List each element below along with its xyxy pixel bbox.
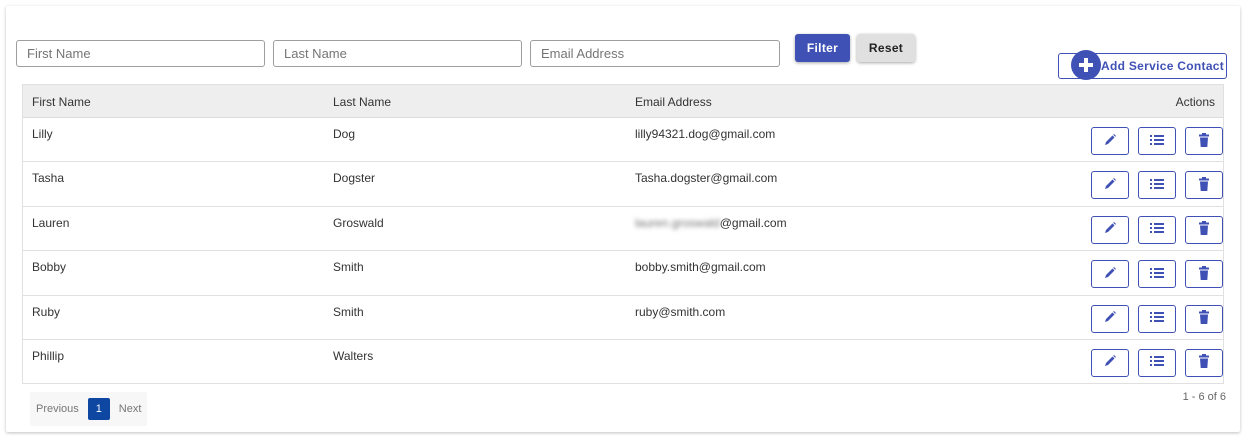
- delete-button[interactable]: [1185, 260, 1223, 289]
- plus-circle-icon: [1071, 50, 1101, 80]
- header-last-name: Last Name: [333, 95, 392, 109]
- delete-button[interactable]: [1185, 348, 1223, 377]
- cell-email: ruby@smith.com: [635, 304, 726, 319]
- contacts-table: First Name Last Name Email Address Actio…: [22, 84, 1224, 384]
- cell-email: bobby.smith@gmail.com: [635, 260, 766, 275]
- table-row: Lilly Dog lilly94321.dog@gmail.com: [23, 118, 1223, 163]
- cell-last-name: Dogster: [333, 171, 376, 186]
- email-suffix: @gmail.com: [719, 215, 787, 230]
- previous-page-link[interactable]: Previous: [36, 403, 79, 415]
- reset-button[interactable]: Reset: [857, 34, 915, 62]
- row-actions: [1091, 348, 1223, 377]
- list-icon: [1149, 354, 1165, 371]
- cell-email: lilly94321.dog@gmail.com: [635, 127, 776, 141]
- trash-icon: [1198, 176, 1210, 194]
- details-button[interactable]: [1138, 260, 1176, 289]
- trash-icon: [1198, 310, 1210, 327]
- cell-first-name: Lauren: [32, 215, 70, 230]
- pencil-icon: [1103, 266, 1117, 283]
- results-range: 1 - 6 of 6: [1182, 391, 1226, 403]
- details-button[interactable]: [1138, 304, 1176, 333]
- last-name-input[interactable]: [273, 40, 522, 67]
- details-button[interactable]: [1138, 127, 1176, 155]
- pencil-icon: [1103, 354, 1117, 371]
- trash-icon: [1198, 221, 1210, 238]
- add-service-contact-button[interactable]: Add Service Contact: [1058, 50, 1227, 80]
- header-actions: Actions: [1175, 95, 1215, 109]
- trash-icon: [1198, 265, 1210, 283]
- cell-last-name: Groswald: [333, 215, 384, 230]
- trash-icon: [1198, 132, 1210, 150]
- list-icon: [1149, 133, 1165, 150]
- table-row: Tasha Dogster Tasha.dogster@gmail.com: [23, 162, 1223, 207]
- table-header: First Name Last Name Email Address Actio…: [23, 85, 1223, 118]
- edit-button[interactable]: [1091, 171, 1129, 200]
- row-actions: [1091, 171, 1223, 200]
- details-button[interactable]: [1138, 171, 1176, 200]
- filter-button[interactable]: Filter: [795, 34, 850, 62]
- table-row: Lauren Groswald lauren.groswald@gmail.co…: [23, 207, 1223, 252]
- cell-first-name: Ruby: [32, 304, 61, 319]
- email-address-input[interactable]: [530, 40, 780, 67]
- delete-button[interactable]: [1185, 215, 1223, 244]
- list-icon: [1149, 266, 1165, 283]
- edit-button[interactable]: [1091, 304, 1129, 333]
- list-icon: [1149, 310, 1165, 327]
- row-actions: [1091, 215, 1223, 244]
- edit-button[interactable]: [1091, 127, 1129, 155]
- details-button[interactable]: [1138, 215, 1176, 244]
- pencil-icon: [1103, 221, 1117, 238]
- cell-last-name: Walters: [333, 348, 374, 363]
- cell-last-name: Dog: [333, 127, 356, 141]
- cell-email: Tasha.dogster@gmail.com: [635, 171, 778, 186]
- redacted-email-prefix: lauren.groswald: [635, 215, 720, 230]
- header-email-address: Email Address: [635, 95, 712, 109]
- edit-button[interactable]: [1091, 260, 1129, 289]
- row-actions: [1091, 127, 1223, 155]
- table-row: Bobby Smith bobby.smith@gmail.com: [23, 251, 1223, 296]
- cell-first-name: Phillip: [32, 348, 65, 363]
- list-icon: [1149, 221, 1165, 238]
- cell-first-name: Lilly: [32, 127, 53, 141]
- table-row: Phillip Walters: [23, 340, 1223, 384]
- cell-first-name: Tasha: [32, 171, 65, 186]
- pencil-icon: [1103, 310, 1117, 327]
- table-row: Ruby Smith ruby@smith.com: [23, 296, 1223, 340]
- row-actions: [1091, 304, 1223, 333]
- header-first-name: First Name: [32, 95, 91, 109]
- delete-button[interactable]: [1185, 304, 1223, 333]
- trash-icon: [1198, 354, 1210, 371]
- pagination: Previous 1 Next: [30, 392, 148, 426]
- row-actions: [1091, 260, 1223, 289]
- service-contacts-card: Filter Reset Add Service Contact First N…: [6, 6, 1240, 432]
- cell-first-name: Bobby: [32, 260, 67, 275]
- details-button[interactable]: [1138, 348, 1176, 377]
- cell-last-name: Smith: [333, 260, 364, 275]
- delete-button[interactable]: [1185, 171, 1223, 200]
- delete-button[interactable]: [1185, 127, 1223, 155]
- page-1-button[interactable]: 1: [87, 398, 110, 420]
- pencil-icon: [1103, 177, 1117, 194]
- add-service-contact-label: Add Service Contact: [1101, 59, 1225, 73]
- list-icon: [1149, 177, 1165, 194]
- edit-button[interactable]: [1091, 348, 1129, 377]
- cell-last-name: Smith: [333, 304, 364, 319]
- first-name-input[interactable]: [16, 40, 265, 67]
- edit-button[interactable]: [1091, 215, 1129, 244]
- next-page-link[interactable]: Next: [119, 403, 142, 415]
- pencil-icon: [1103, 133, 1117, 150]
- cell-email: lauren.groswald@gmail.com: [635, 216, 787, 230]
